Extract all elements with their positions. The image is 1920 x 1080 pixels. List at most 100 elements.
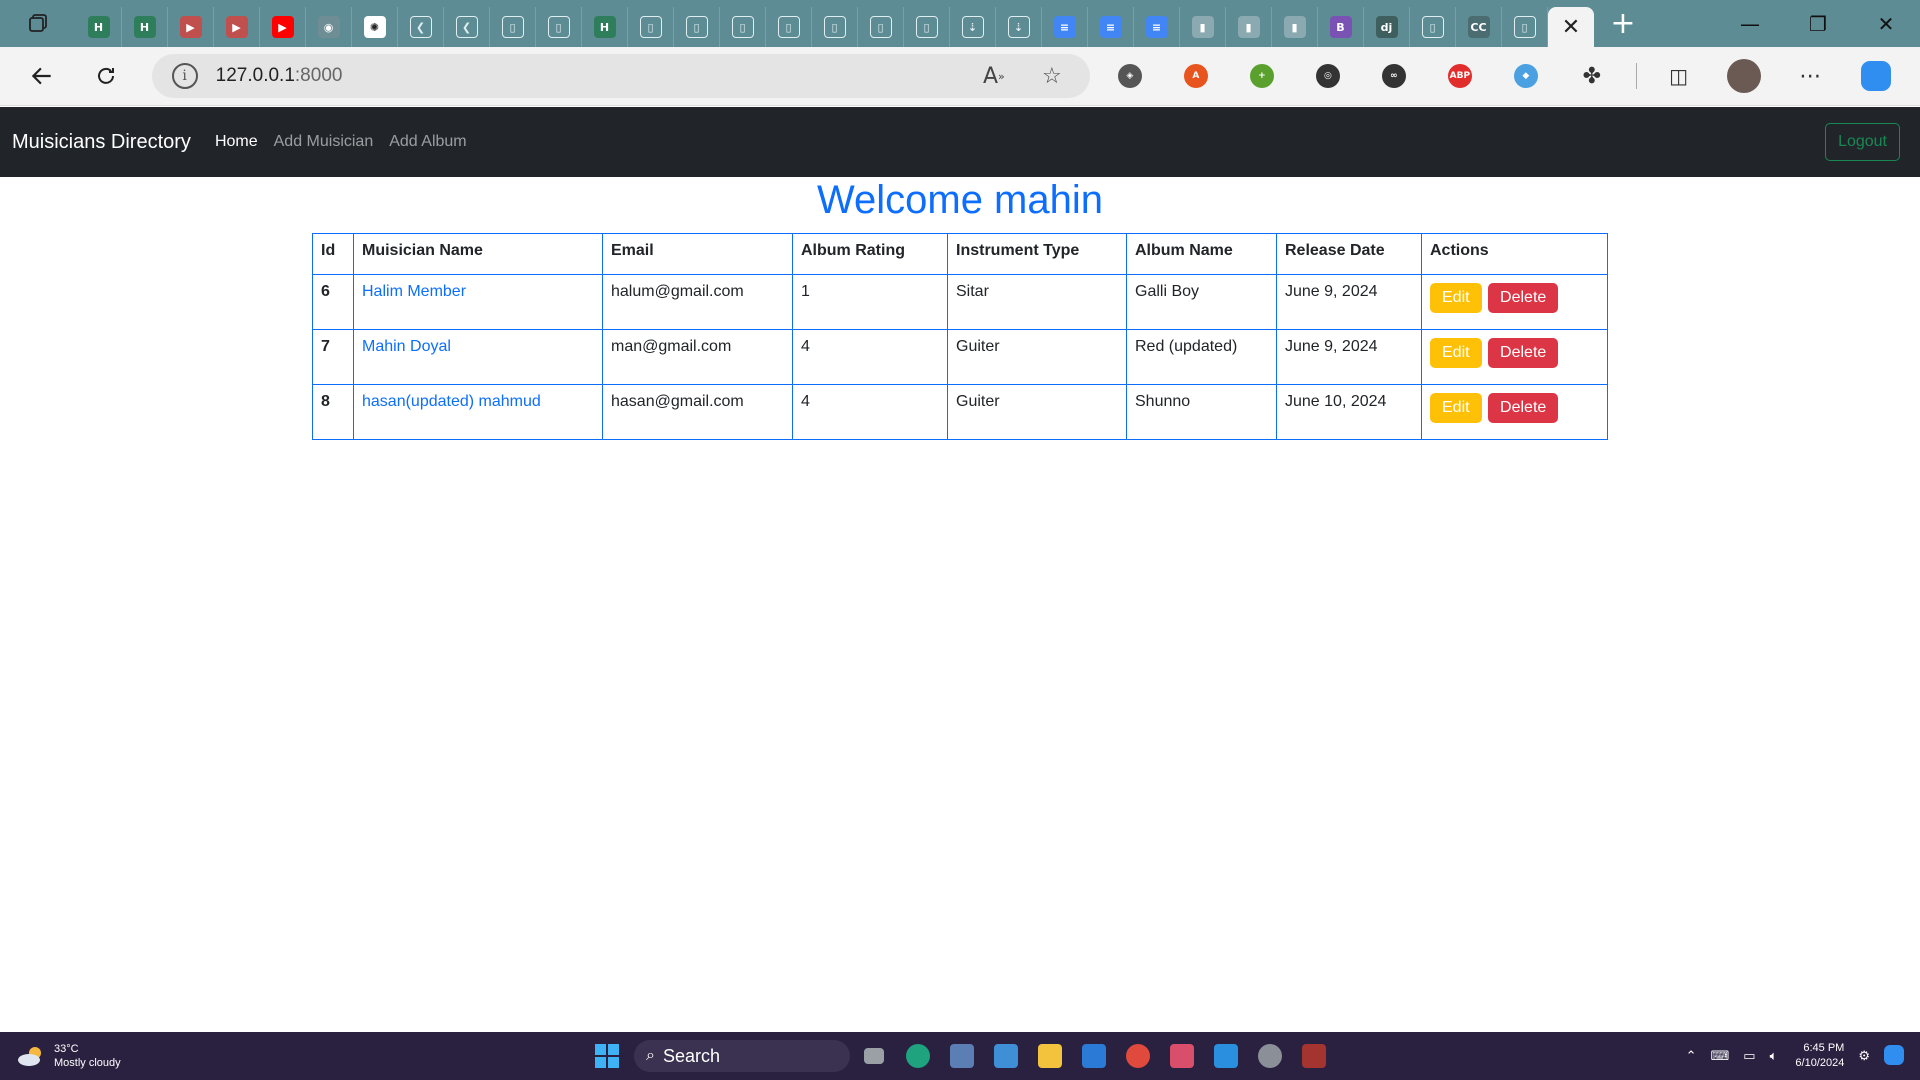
browser-tab[interactable]: dj [1364,7,1410,47]
tab-actions-button[interactable] [0,0,76,47]
browser-tab[interactable]: ▯ [720,7,766,47]
browser-tab[interactable]: ≡ [1088,7,1134,47]
nav-link-add-album[interactable]: Add Album [389,133,466,151]
green-plus-extension-icon[interactable]: + [1240,54,1284,98]
nav-link-add-muisician[interactable]: Add Muisician [274,133,374,151]
active-tab[interactable]: ✕ [1548,7,1594,47]
browser-tab[interactable]: H [582,7,628,47]
header-musician-name: Muisician Name [353,233,603,275]
browser-tab[interactable]: ❮ [398,7,444,47]
browser-tab[interactable]: ▯ [904,7,950,47]
browser-tab[interactable]: ≡ [1134,7,1180,47]
edit-button[interactable]: Edit [1430,283,1482,313]
browser-tab[interactable]: ▶ [260,7,306,47]
winrar-taskbar-icon[interactable] [1294,1036,1334,1076]
network-icon[interactable]: ▭ [1743,1048,1755,1064]
clock[interactable]: 6:45 PM 6/10/2024 [1795,1041,1844,1071]
start-button[interactable] [590,1039,624,1073]
chevron-up-icon[interactable]: ⌃ [1686,1048,1697,1064]
back-button[interactable] [20,54,64,98]
browser-tab[interactable]: ❮ [444,7,490,47]
browser-tab[interactable]: ▯ [490,7,536,47]
browser-tab[interactable]: ▯ [766,7,812,47]
brave-shield-icon[interactable]: ◈ [1108,54,1152,98]
address-bar[interactable]: i 127.0.0.1:8000 A» ☆ [151,54,1090,98]
logout-button[interactable]: Logout [1825,123,1900,161]
url-text[interactable]: 127.0.0.1:8000 [216,65,343,87]
task-view-icon[interactable] [854,1036,894,1076]
file-explorer-taskbar-icon[interactable] [1030,1036,1070,1076]
browser-tab[interactable]: ⇣ [996,7,1042,47]
read-aloud-icon[interactable]: A» [974,56,1014,96]
color-picker-extension-icon[interactable]: ◎ [1306,54,1350,98]
youtube-tab-icon: ▶ [271,16,294,38]
snipping-tool-taskbar-icon[interactable] [1162,1036,1202,1076]
brand-link[interactable]: Muisicians Directory [12,131,191,154]
restore-button[interactable]: ❐ [1784,0,1852,47]
browser-tab[interactable]: ▶ [168,7,214,47]
delete-button[interactable]: Delete [1488,393,1559,423]
profile-avatar[interactable] [1723,54,1767,98]
taskbar-search[interactable]: ⌕ Search [634,1040,850,1072]
delete-button[interactable]: Delete [1488,338,1559,368]
vscode-taskbar-icon[interactable] [1206,1036,1246,1076]
delete-button[interactable]: Delete [1488,283,1559,313]
weather-temperature: 33°C [54,1043,79,1055]
musician-link[interactable]: Mahin Doyal [362,338,451,355]
browser-tab[interactable]: ▯ [812,7,858,47]
notepad-taskbar-icon[interactable] [986,1036,1026,1076]
cell-id: 7 [312,329,354,385]
browser-tab[interactable]: ▮ [1180,7,1226,47]
browser-tab[interactable]: ≡ [1042,7,1088,47]
browser-tab[interactable]: ✺ [352,7,398,47]
keyboard-icon[interactable]: ⌨ [1711,1048,1730,1064]
more-menu-icon[interactable]: ⋯ [1788,54,1832,98]
weather-widget[interactable]: 33°C Mostly cloudy [16,1042,121,1070]
browser-tab[interactable]: ▶ [214,7,260,47]
close-window-button[interactable]: ✕ [1852,0,1920,47]
musician-link[interactable]: Halim Member [362,283,466,300]
edit-button[interactable]: Edit [1430,393,1482,423]
site-info-icon[interactable]: i [171,63,198,89]
new-tab-button[interactable]: + [1600,4,1646,44]
browser-tab[interactable]: ▯ [628,7,674,47]
browser-toolbar: i 127.0.0.1:8000 A» ☆ ◈ A + ◎ ∞ ABP ◆ ✤ ◫ ⋯ [0,47,1920,106]
browser-tab[interactable]: ◉ [306,7,352,47]
translate-extension-icon[interactable]: A [1174,54,1218,98]
multi-color-extension-icon[interactable]: ◆ [1504,54,1548,98]
copilot-tray-icon[interactable] [1884,1044,1904,1068]
cell-musician-name: Halim Member [353,274,603,330]
volume-icon[interactable]: 🔈︎ [1770,1048,1778,1064]
calculator-taskbar-icon[interactable] [942,1036,982,1076]
browser-tab[interactable]: ▯ [674,7,720,47]
adblock-plus-icon[interactable]: ABP [1438,54,1482,98]
favorite-star-icon[interactable]: ☆ [1032,56,1072,96]
settings-taskbar-icon[interactable] [1250,1036,1290,1076]
minimize-button[interactable]: — [1716,0,1784,47]
chrome-taskbar-icon[interactable] [1118,1036,1158,1076]
browser-tab[interactable]: ▯ [1502,7,1548,47]
browser-tab[interactable]: ▮ [1226,7,1272,47]
nav-link-home[interactable]: Home [215,133,258,151]
musician-link[interactable]: hasan(updated) mahmud [362,393,541,410]
browser-tab[interactable]: B [1318,7,1364,47]
mail-taskbar-icon[interactable] [1074,1036,1114,1076]
browser-tab[interactable]: H [76,7,122,47]
split-screen-icon[interactable]: ◫ [1657,54,1701,98]
edit-button[interactable]: Edit [1430,338,1482,368]
extensions-puzzle-icon[interactable]: ✤ [1570,54,1614,98]
close-tab-icon[interactable]: ✕ [1562,15,1580,40]
browser-tab[interactable]: ▯ [1410,7,1456,47]
glasses-extension-icon[interactable]: ∞ [1372,54,1416,98]
reload-button[interactable] [84,54,128,98]
browser-tab[interactable]: CC [1456,7,1502,47]
copilot-icon[interactable] [1854,54,1898,98]
system-tray: ⌃ ⌨ ▭ 🔈︎ 6:45 PM 6/10/2024 ⚙ [1672,1032,1904,1080]
browser-tab[interactable]: H [122,7,168,47]
edge-taskbar-icon[interactable] [898,1036,938,1076]
browser-tab[interactable]: ▯ [536,7,582,47]
browser-tab[interactable]: ⇣ [950,7,996,47]
notification-icon[interactable]: ⚙ [1858,1048,1870,1064]
browser-tab[interactable]: ▮ [1272,7,1318,47]
browser-tab[interactable]: ▯ [858,7,904,47]
